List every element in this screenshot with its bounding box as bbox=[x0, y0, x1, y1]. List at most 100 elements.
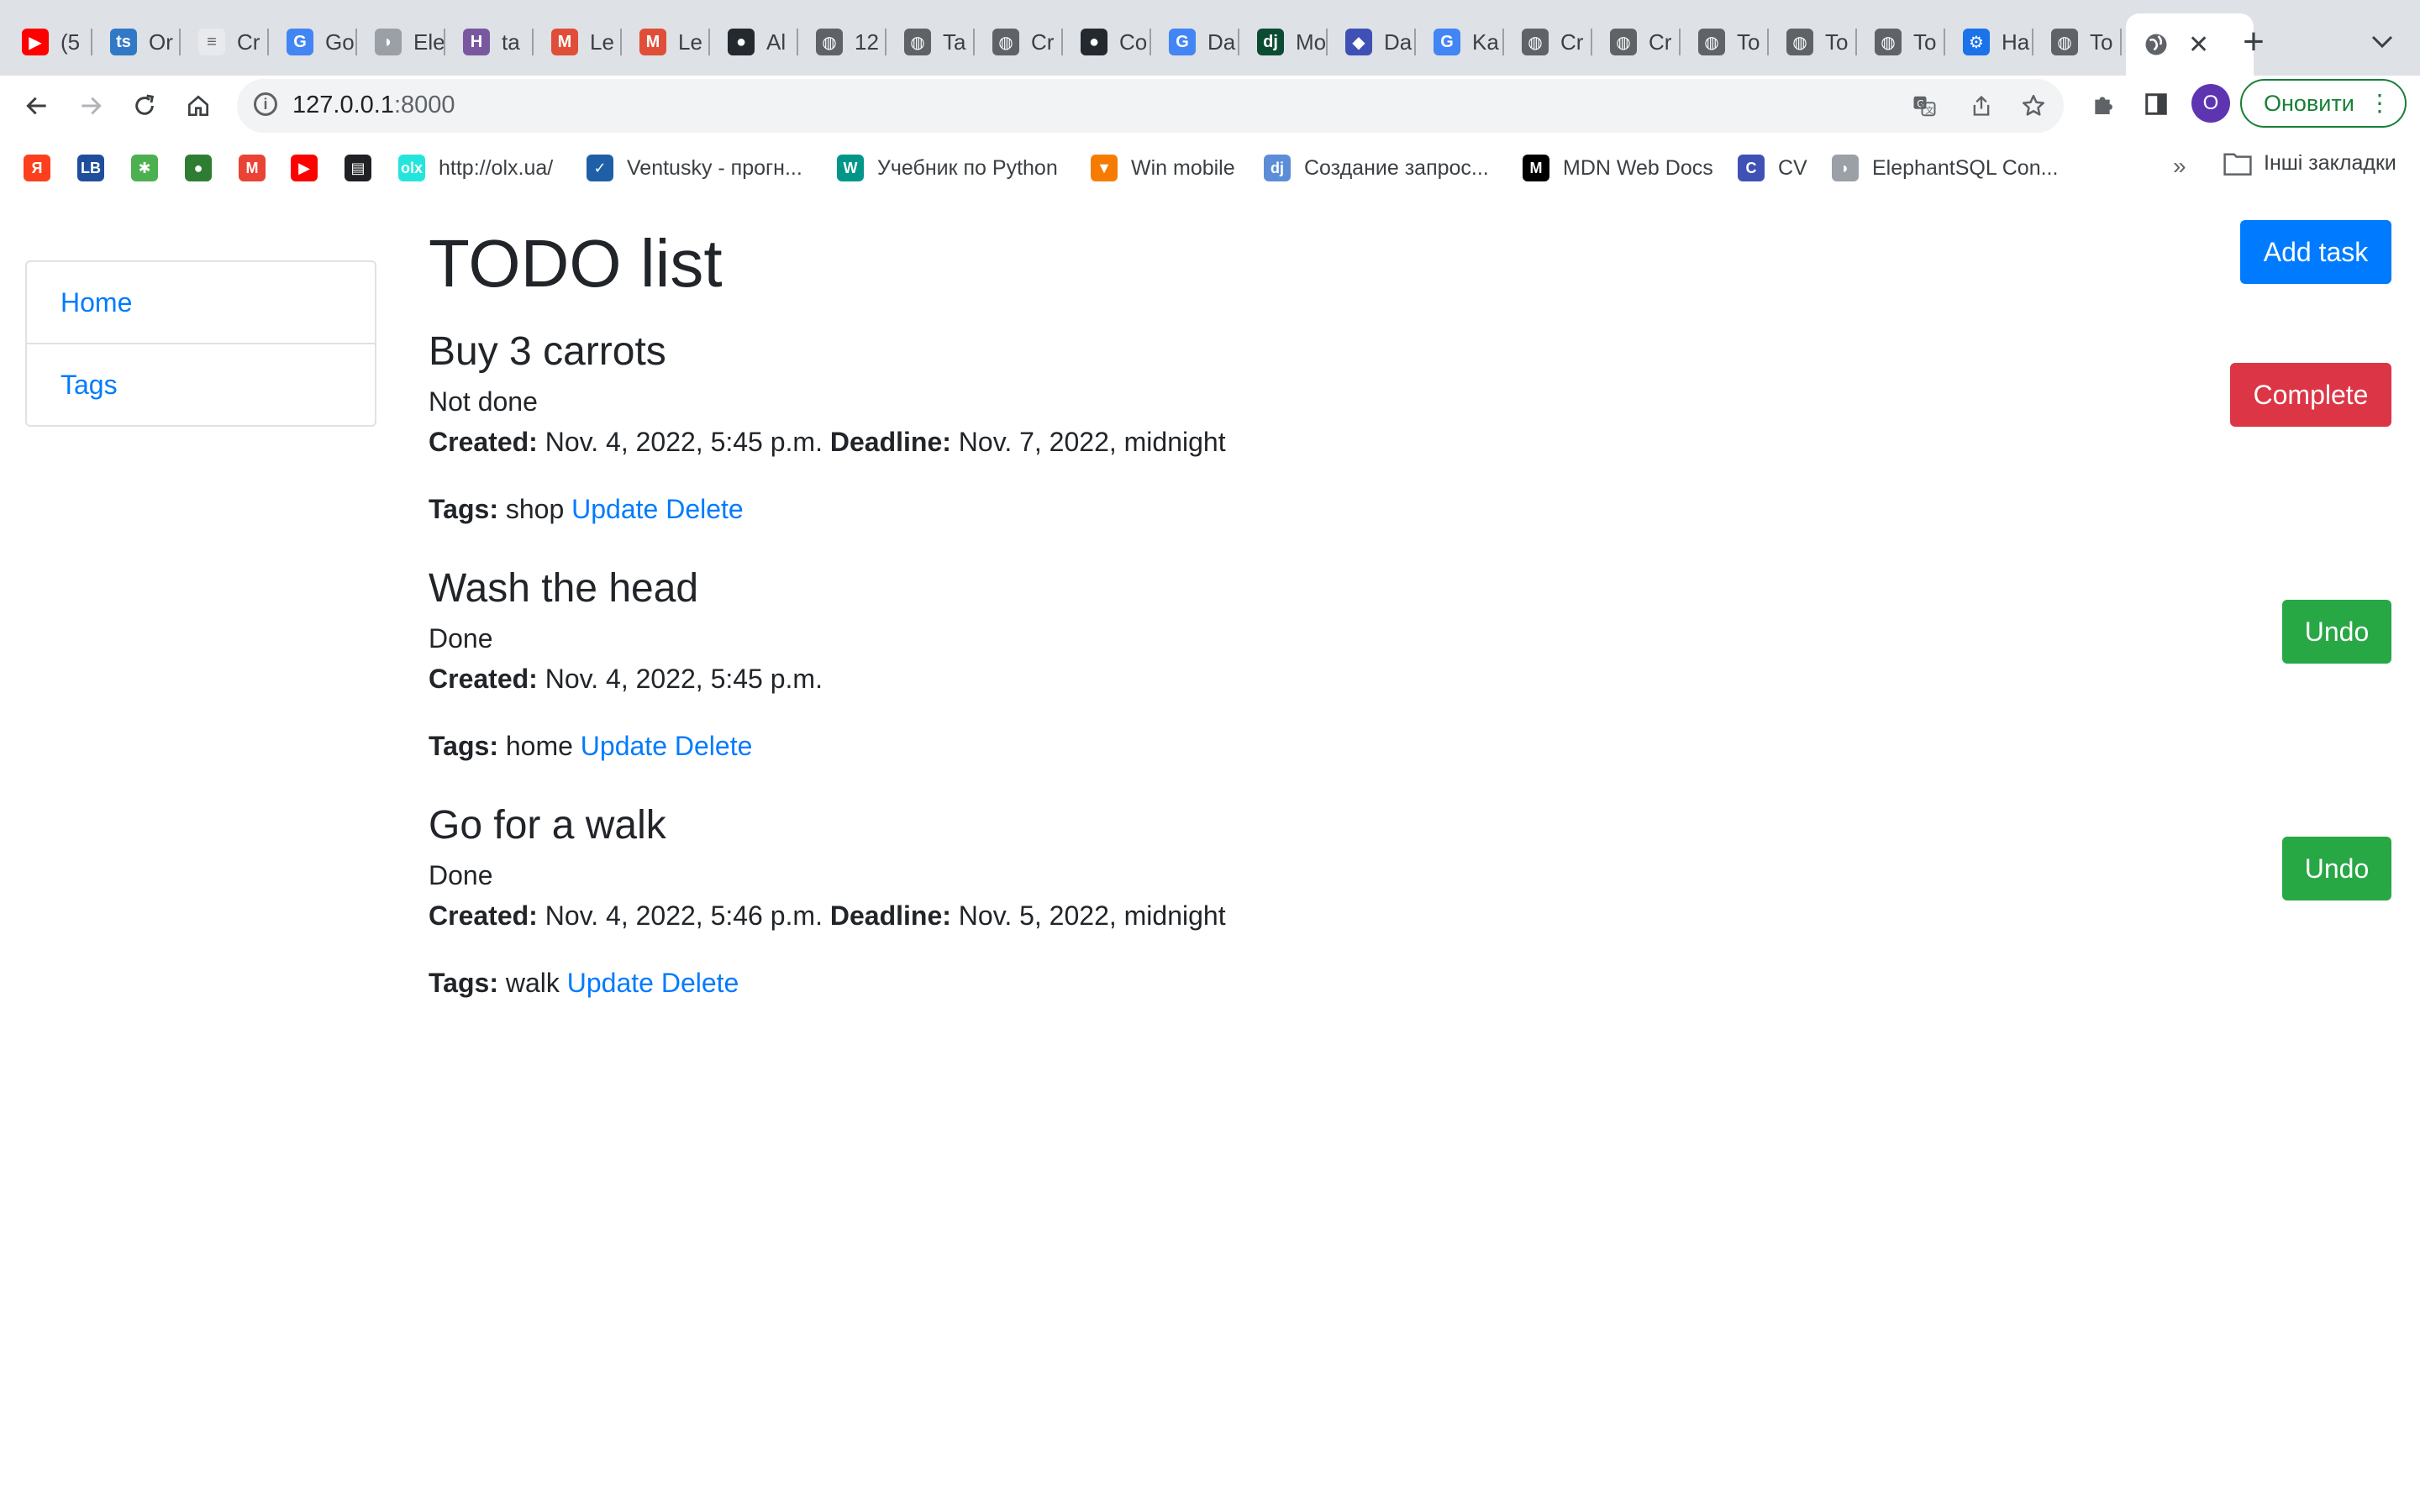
browser-tab[interactable]: ◍ To bbox=[1858, 20, 1945, 64]
reload-button[interactable] bbox=[121, 82, 168, 129]
bookmark-item[interactable]: LB bbox=[77, 151, 104, 185]
update-browser-button[interactable]: Оновити ⋮ bbox=[2240, 79, 2407, 128]
tab-title: Cr bbox=[1649, 29, 1672, 55]
browser-tab[interactable]: ▶ (5 bbox=[5, 20, 92, 64]
browser-tab[interactable]: ⚙ Ha bbox=[1946, 20, 2033, 64]
delete-link[interactable]: Delete bbox=[661, 968, 739, 998]
google-icon: G bbox=[1434, 29, 1460, 55]
diamond-icon: ◆ bbox=[1345, 29, 1372, 55]
update-browser-label: Оновити bbox=[2264, 90, 2354, 116]
browser-tab[interactable]: Hta bbox=[446, 20, 534, 64]
undo-button[interactable]: Undo bbox=[2282, 837, 2391, 900]
yandex-icon: Я bbox=[24, 155, 50, 181]
bookmark-item[interactable]: ▶ bbox=[291, 151, 318, 185]
bookmark-item[interactable]: ✓ Ventusky - прогн... bbox=[587, 151, 802, 185]
printer-icon: ▤ bbox=[345, 155, 371, 181]
back-button[interactable] bbox=[13, 82, 60, 129]
globe-icon: ◍ bbox=[2051, 29, 2078, 55]
tags-label: Tags: bbox=[429, 968, 498, 998]
browser-tab[interactable]: ◆ Da bbox=[1328, 20, 1416, 64]
browser-tab[interactable]: ≡ Cr bbox=[182, 20, 269, 64]
bookmark-item[interactable]: Я bbox=[24, 151, 50, 185]
tab-search-button[interactable] bbox=[2361, 24, 2403, 60]
address-bar[interactable]: i 127.0.0.1:8000 G文 bbox=[237, 79, 2064, 133]
sidebar-item-home[interactable]: Home bbox=[27, 262, 375, 343]
chevron-down-icon bbox=[2371, 35, 2393, 49]
site-info-icon[interactable]: i bbox=[254, 92, 277, 116]
browser-tab[interactable]: ◍ 12 bbox=[799, 20, 886, 64]
browser-tab[interactable]: ◍ Ta bbox=[887, 20, 975, 64]
bookmark-item[interactable]: ● bbox=[185, 151, 212, 185]
new-tab-button[interactable]: + bbox=[2230, 18, 2277, 66]
extensions-icon[interactable] bbox=[2087, 87, 2121, 121]
bookmark-item[interactable]: W Учебник по Python bbox=[837, 151, 1058, 185]
task-tags: Tags: home Update Delete bbox=[429, 731, 752, 762]
update-link[interactable]: Update bbox=[571, 494, 658, 524]
bookmark-item[interactable]: C CV bbox=[1738, 151, 1807, 185]
undo-button[interactable]: Undo bbox=[2282, 600, 2391, 664]
browser-tab[interactable]: ts Or bbox=[93, 20, 181, 64]
browser-tab[interactable]: ◍ To bbox=[1681, 20, 1769, 64]
bookmark-item[interactable]: M bbox=[239, 151, 266, 185]
ts-icon: ts bbox=[110, 29, 137, 55]
delete-link[interactable]: Delete bbox=[675, 731, 753, 761]
complete-button[interactable]: Complete bbox=[2230, 363, 2391, 427]
star-icon[interactable] bbox=[2018, 91, 2049, 121]
close-tab-icon[interactable]: ✕ bbox=[2188, 30, 2209, 60]
browser-tab[interactable]: M Le bbox=[623, 20, 710, 64]
ventusky-icon: ✓ bbox=[587, 155, 613, 181]
browser-tab[interactable]: dj Mo bbox=[1240, 20, 1328, 64]
globe-icon: ◍ bbox=[816, 29, 843, 55]
bookmark-item[interactable]: ▤ bbox=[345, 151, 371, 185]
tab-title: Ka bbox=[1472, 29, 1499, 55]
globe-icon: ◍ bbox=[904, 29, 931, 55]
home-button[interactable] bbox=[175, 82, 222, 129]
bookmark-item[interactable]: ✱ bbox=[131, 151, 158, 185]
url-text[interactable]: 127.0.0.1:8000 bbox=[292, 92, 455, 119]
tab-title: Ha bbox=[2002, 29, 2030, 55]
share-icon[interactable] bbox=[1966, 91, 1996, 121]
bookmark-item[interactable]: dj Создание запрос... bbox=[1264, 151, 1489, 185]
browser-tab[interactable]: G Da bbox=[1152, 20, 1239, 64]
delete-link[interactable]: Delete bbox=[666, 494, 744, 524]
profile-avatar[interactable]: O bbox=[2191, 84, 2230, 123]
side-panel-icon[interactable] bbox=[2139, 87, 2173, 121]
browser-tab[interactable]: ◍ Cr bbox=[1505, 20, 1592, 64]
browser-tab[interactable]: G Ka bbox=[1417, 20, 1504, 64]
created-value: Nov. 4, 2022, 5:45 p.m. bbox=[544, 664, 823, 694]
forward-button[interactable] bbox=[67, 82, 114, 129]
more-menu-icon[interactable]: ⋮ bbox=[2368, 91, 2391, 116]
bookmark-item[interactable]: olx http://olx.ua/ bbox=[398, 151, 553, 185]
other-bookmarks-folder[interactable]: Інші закладки bbox=[2223, 151, 2396, 176]
tab-separator bbox=[1944, 29, 1945, 55]
more-bookmarks-button[interactable]: » bbox=[2173, 153, 2186, 180]
update-link[interactable]: Update bbox=[567, 968, 654, 998]
task-status: Done bbox=[429, 623, 493, 654]
tab-separator bbox=[444, 29, 445, 55]
browser-tab[interactable]: ● Co bbox=[1064, 20, 1151, 64]
update-link[interactable]: Update bbox=[581, 731, 667, 761]
browser-tab[interactable]: G Go bbox=[270, 20, 357, 64]
browser-tab[interactable]: ◍ Cr bbox=[1593, 20, 1681, 64]
bookmark-item[interactable]: M MDN Web Docs bbox=[1523, 151, 1713, 185]
tab-title: Le bbox=[590, 29, 614, 55]
browser-tab[interactable]: ◗ Ele bbox=[358, 20, 445, 64]
browser-toolbar: i 127.0.0.1:8000 G文 O Оновити ⋮ Я LB ✱ ● M ▶ ▤… bbox=[0, 76, 2420, 205]
bookmark-label: Создание запрос... bbox=[1304, 155, 1489, 180]
browser-tab[interactable]: ◍ To bbox=[2034, 20, 2122, 64]
add-task-button[interactable]: Add task bbox=[2240, 220, 2391, 284]
browser-tab[interactable]: ◍ To bbox=[1770, 20, 1857, 64]
tab-title: Ele bbox=[413, 29, 444, 55]
browser-tab[interactable]: ● Al bbox=[711, 20, 798, 64]
bookmark-item[interactable]: ◗ ElephantSQL Con... bbox=[1832, 151, 2058, 185]
bookmark-label: Ventusky - прогн... bbox=[627, 155, 802, 180]
sidebar-item-tags[interactable]: Tags bbox=[27, 343, 375, 425]
browser-tab[interactable]: M Le bbox=[534, 20, 622, 64]
browser-tab[interactable]: ◍ Cr bbox=[976, 20, 1063, 64]
bookmark-item[interactable]: ▼ Win mobile bbox=[1091, 151, 1235, 185]
arrow-right-icon bbox=[82, 97, 102, 115]
translate-icon[interactable]: G文 bbox=[1909, 91, 1939, 121]
tab-title: (5 bbox=[60, 29, 81, 55]
globe-icon: ◍ bbox=[1875, 29, 1902, 55]
globe-icon: ◍ bbox=[992, 29, 1019, 55]
